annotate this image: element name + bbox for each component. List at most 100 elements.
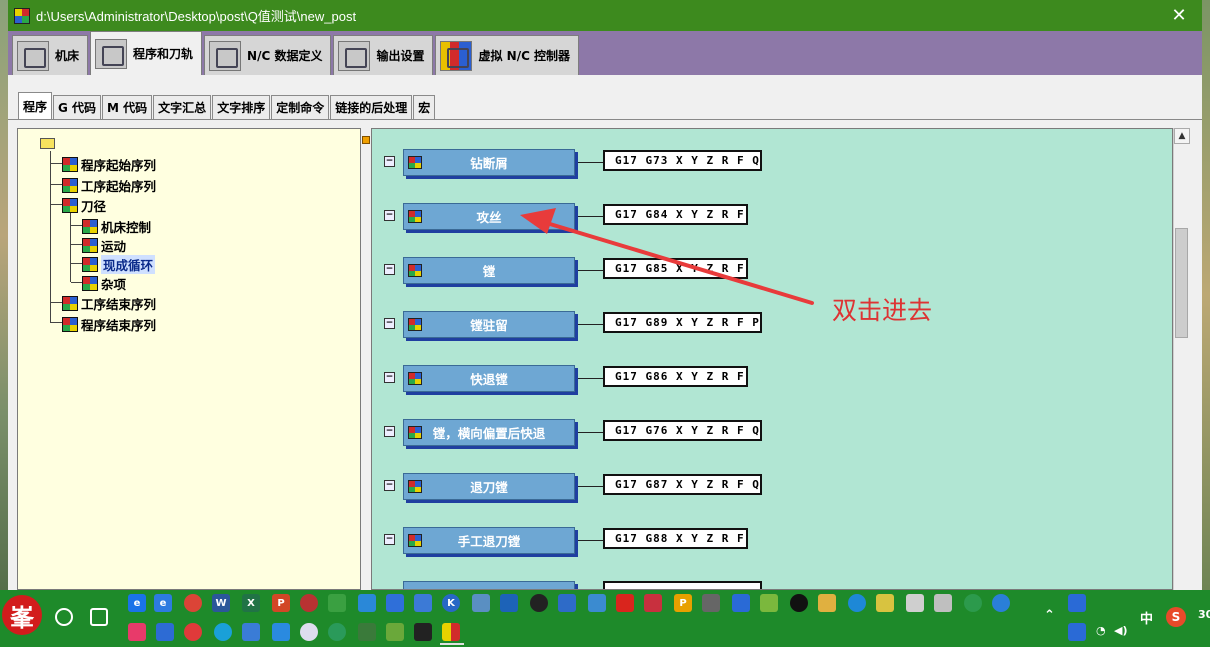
cloud-icon[interactable]	[272, 623, 290, 641]
scroll-up-arrow-icon[interactable]: ▲	[1174, 128, 1190, 144]
notepad-icon[interactable]	[876, 594, 894, 612]
code-block-back-bore[interactable]: G17 G87 X Y Z R F Q	[603, 474, 762, 495]
collapse-icon[interactable]: −	[384, 210, 395, 221]
tree-item-canned-cycle[interactable]: 现成循环	[82, 255, 156, 274]
cycle-button-bore-offset-rapid[interactable]: 镗，横向偏置后快退	[403, 419, 575, 446]
scrollbar-thumb[interactable]	[1175, 228, 1188, 338]
file-explorer-icon[interactable]	[818, 594, 836, 612]
tree-item-program-start[interactable]: 程序起始序列	[62, 155, 156, 174]
collapse-icon[interactable]: −	[384, 426, 395, 437]
subtab-custom-command[interactable]: 定制命令	[271, 95, 330, 119]
app-icon-circle[interactable]	[848, 594, 866, 612]
terminal-icon[interactable]	[414, 623, 432, 641]
code-block-peck-drill[interactable]: G17 G73 X Y Z R F Q	[603, 150, 762, 171]
cycle-blocks-panel[interactable]: − 钻断屑 G17 G73 X Y Z R F Q − 攻丝 G17 G84 X…	[371, 128, 1173, 590]
app-icon-doc[interactable]	[934, 594, 952, 612]
app-icon-red[interactable]	[300, 594, 318, 612]
wechat-icon[interactable]	[760, 594, 778, 612]
code-block-bore-rapid-out[interactable]: G17 G86 X Y Z R F	[603, 366, 748, 387]
post-builder-taskbar-icon[interactable]	[442, 623, 460, 641]
tree-item-program-end[interactable]: 程序结束序列	[62, 315, 156, 334]
app-icon-list[interactable]	[702, 594, 720, 612]
tree-item-operation-end[interactable]: 工序结束序列	[62, 294, 156, 313]
ime-indicator[interactable]: 中	[1140, 608, 1153, 627]
word-icon[interactable]: W	[212, 594, 230, 612]
video-icon[interactable]	[184, 623, 202, 641]
powerpoint-icon[interactable]: P	[272, 594, 290, 612]
app-icon-brush[interactable]	[732, 594, 750, 612]
subtab-program[interactable]: 程序	[18, 92, 53, 119]
code-block-bore[interactable]: G17 G85 X Y Z R F	[603, 258, 748, 279]
subtab-linked-posts[interactable]: 链接的后处理	[330, 95, 413, 119]
record-icon[interactable]	[530, 594, 548, 612]
pdf-icon[interactable]	[616, 594, 634, 612]
globe-icon[interactable]	[328, 623, 346, 641]
task-view-icon[interactable]	[90, 608, 108, 626]
tab-program-toolpath[interactable]: 程序和刀轨	[90, 31, 203, 75]
collapse-icon[interactable]: −	[384, 156, 395, 167]
app-icon-drop[interactable]	[214, 623, 232, 641]
panel-splitter[interactable]	[361, 128, 371, 590]
tab-nc-data[interactable]: N/C 数据定义	[204, 35, 332, 75]
app-icon-blue[interactable]	[358, 594, 376, 612]
tray-shield-icon[interactable]	[1068, 623, 1086, 641]
subtab-m-code[interactable]: M 代码	[102, 95, 153, 119]
tree-item-machine-control[interactable]: 机床控制	[82, 217, 151, 236]
cycle-button-tap[interactable]: 攻丝	[403, 203, 575, 230]
shield-icon[interactable]	[386, 594, 404, 612]
cycle-button-manual-back-bore[interactable]: 手工退刀镗	[403, 527, 575, 554]
cycle-button-peck-drill[interactable]: 钻断屑	[403, 149, 575, 176]
splitter-handle[interactable]	[362, 136, 370, 144]
app-icon-monitor[interactable]	[588, 594, 606, 612]
subtab-word-sequence[interactable]: 文字排序	[212, 95, 271, 119]
collapse-icon[interactable]: −	[384, 264, 395, 275]
volume-icon[interactable]: ◀)	[1114, 624, 1128, 637]
app-icon-flower[interactable]	[644, 594, 662, 612]
edge-browser-icon[interactable]: e	[128, 594, 146, 612]
excel-icon[interactable]: X	[242, 594, 260, 612]
alarm-clock-icon[interactable]	[964, 594, 982, 612]
code-block-tap[interactable]: G17 G84 X Y Z R F	[603, 204, 748, 225]
code-block-manual-back-bore[interactable]: G17 G88 X Y Z R F	[603, 528, 748, 549]
title-bar[interactable]: d:\Users\Administrator\Desktop\post\Q值测试…	[8, 0, 1202, 31]
image-viewer-icon[interactable]	[414, 594, 432, 612]
subtab-macro[interactable]: 宏	[413, 95, 436, 119]
vertical-scrollbar[interactable]: ▲	[1173, 128, 1190, 590]
close-button[interactable]: ✕	[1156, 0, 1202, 31]
cycle-button-partial[interactable]	[403, 581, 575, 589]
ie-browser-icon[interactable]: e	[154, 594, 172, 612]
tree-item-miscellaneous[interactable]: 杂项	[82, 274, 126, 293]
k-app-icon[interactable]: K	[442, 594, 460, 612]
sogou-icon[interactable]: S	[1166, 607, 1186, 627]
app-icon-grid[interactable]	[500, 594, 518, 612]
cycle-button-bore-rapid-out[interactable]: 快退镗	[403, 365, 575, 392]
app-icon-gear[interactable]	[472, 594, 490, 612]
subtab-word-summary[interactable]: 文字汇总	[153, 95, 212, 119]
subtab-g-code[interactable]: G 代码	[53, 95, 102, 119]
calculator-icon[interactable]	[906, 594, 924, 612]
tree-item-motion[interactable]: 运动	[82, 236, 126, 255]
music-icon[interactable]	[128, 623, 146, 641]
cloud-drive-icon[interactable]	[242, 623, 260, 641]
tree-item-operation-start[interactable]: 工序起始序列	[62, 176, 156, 195]
show-hidden-icons-chevron-icon[interactable]: ⌃	[1044, 608, 1055, 623]
qq-icon[interactable]	[790, 594, 808, 612]
media-player-icon[interactable]	[992, 594, 1010, 612]
collapse-icon[interactable]: −	[384, 534, 395, 545]
weather-icon[interactable]	[300, 623, 318, 641]
cycle-button-back-bore[interactable]: 退刀镗	[403, 473, 575, 500]
wifi-icon[interactable]: ◔	[1096, 624, 1106, 637]
app-icon-lock[interactable]	[558, 594, 576, 612]
app-icon-dots[interactable]	[156, 623, 174, 641]
search-circle-icon[interactable]	[55, 608, 73, 626]
sequence-tree-panel[interactable]: 程序起始序列 工序起始序列 刀径 机床控制 运动 现成循环 杂项 工序结束序列	[17, 128, 361, 590]
collapse-icon[interactable]: −	[384, 372, 395, 383]
tree-item-tool-path[interactable]: 刀径	[62, 196, 106, 215]
collapse-icon[interactable]: −	[384, 318, 395, 329]
app-icon-chart[interactable]	[358, 623, 376, 641]
tab-vnc-controller[interactable]: 虚拟 N/C 控制器	[435, 35, 580, 75]
tab-output-settings[interactable]: 输出设置	[333, 35, 434, 75]
app-icon-green[interactable]	[328, 594, 346, 612]
code-block-bore-dwell[interactable]: G17 G89 X Y Z R F P	[603, 312, 762, 333]
app-icon-screen[interactable]	[386, 623, 404, 641]
